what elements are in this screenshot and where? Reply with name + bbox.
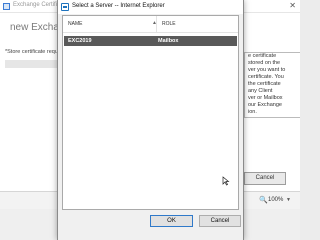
help-text-line: any Client — [248, 88, 273, 94]
help-text-line: ion. — [248, 109, 257, 115]
server-list[interactable]: NAME ▲ ROLE EXC2019 Mailbox — [62, 15, 239, 210]
table-row[interactable]: EXC2019 Mailbox — [64, 36, 237, 46]
sort-caret-icon: ▲ — [152, 20, 157, 26]
help-text-line: certificate. You — [248, 74, 284, 80]
help-text-line: e certificate — [248, 53, 277, 59]
column-header-name[interactable]: NAME ▲ — [63, 16, 157, 32]
store-certificate-field[interactable] — [5, 60, 60, 68]
column-header-role-label: ROLE — [162, 21, 176, 27]
exchange-app-icon — [3, 3, 10, 10]
zoom-level[interactable]: 100% — [268, 197, 283, 203]
help-panel: e certificate stored on the ver you want… — [244, 52, 300, 118]
select-server-dialog: Select a Server -- Internet Explorer NAM… — [57, 0, 244, 240]
dialog-titlebar: Select a Server -- Internet Explorer — [58, 0, 243, 14]
help-text-line: ver you want to — [248, 67, 286, 73]
mouse-cursor-icon — [222, 176, 230, 186]
server-role-cell: Mailbox — [158, 38, 179, 44]
store-certificate-label: *Store certificate reque — [5, 49, 61, 55]
help-text-line: stored on the — [248, 60, 281, 66]
column-header-name-label: NAME — [68, 21, 83, 27]
server-name-cell: EXC2019 — [68, 38, 92, 44]
ok-button[interactable]: OK — [150, 215, 193, 227]
dialog-title: Select a Server -- Internet Explorer — [72, 3, 165, 9]
chevron-down-icon[interactable]: ▼ — [286, 197, 291, 203]
column-header-role[interactable]: ROLE — [158, 16, 238, 32]
internet-explorer-icon — [61, 3, 69, 11]
help-text-line: the certificate — [248, 81, 281, 87]
zoom-icon[interactable]: 🔍 — [259, 196, 268, 204]
list-header: NAME ▲ ROLE — [63, 16, 238, 33]
help-text-line: ver or Mailbox — [248, 95, 283, 101]
cancel-button[interactable]: Cancel — [199, 215, 241, 227]
help-text-line: our Exchange — [248, 102, 282, 108]
background-cancel-button[interactable]: Cancel — [244, 172, 286, 185]
close-icon[interactable]: ✕ — [289, 1, 296, 10]
